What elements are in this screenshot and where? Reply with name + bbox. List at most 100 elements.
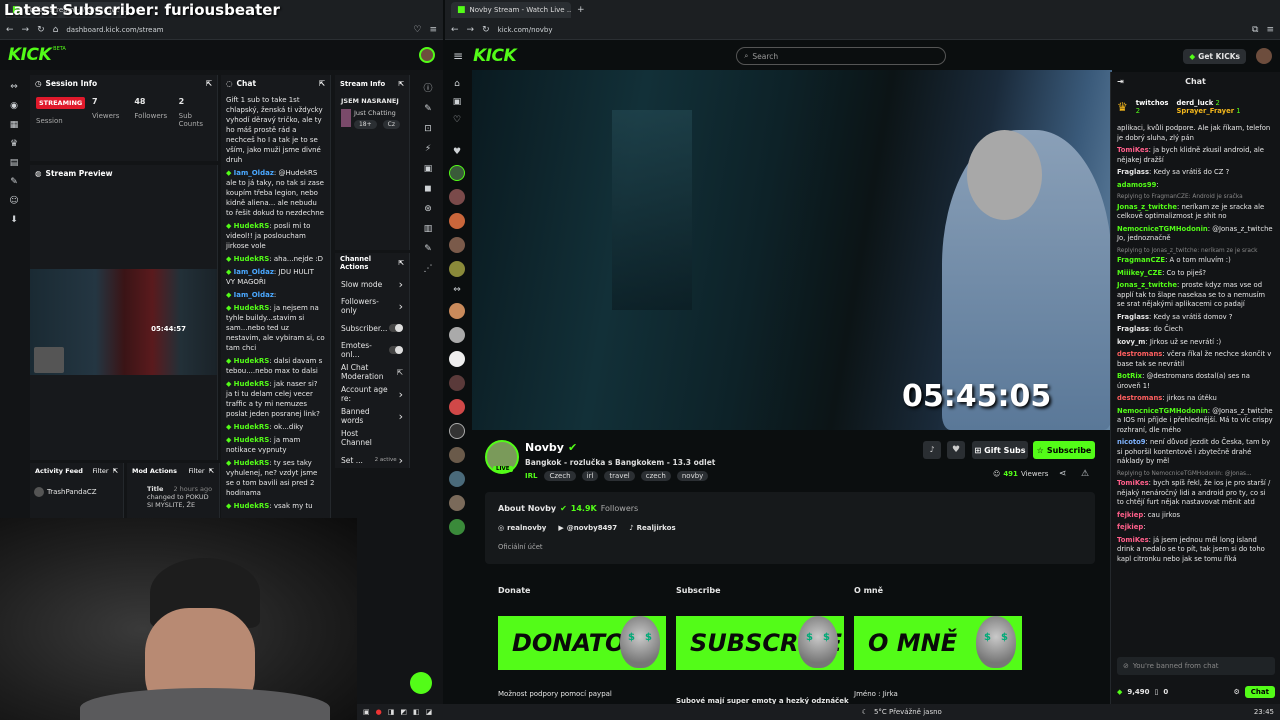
tag-chip[interactable]: travel <box>604 471 635 481</box>
activity-user[interactable]: TrashPandaCZ <box>47 488 97 496</box>
toggle-switch[interactable] <box>389 324 403 332</box>
collapse-icon[interactable]: ⇔ <box>10 82 18 92</box>
channel-action-item[interactable]: AI Chat Moderation ⇱ <box>335 361 409 383</box>
url-field[interactable]: dashboard.kick.com/stream <box>66 26 405 34</box>
collapse-chat-icon[interactable]: ⇥ <box>1117 77 1124 86</box>
menu-icon[interactable]: ≡ <box>1266 25 1274 35</box>
chat-username[interactable]: Iam_Oldaz <box>234 268 274 276</box>
following-icon[interactable]: ♡ <box>453 115 461 125</box>
new-tab-icon[interactable]: + <box>577 5 585 15</box>
analytics-icon[interactable]: ▦ <box>10 120 19 130</box>
channel-avatar[interactable] <box>449 471 465 487</box>
channel-avatar[interactable] <box>449 447 465 463</box>
kick-logo[interactable]: KICK <box>8 45 52 65</box>
chat-username[interactable]: destromans <box>1117 394 1162 402</box>
preview-video[interactable]: 05:44:57 <box>30 269 217 375</box>
chat-username[interactable]: HudekRS <box>234 222 270 230</box>
chat-icon[interactable]: ◼ <box>424 184 431 194</box>
channel-action-item[interactable]: Host Channel <box>335 427 409 449</box>
tag-chip[interactable]: czech <box>640 471 671 481</box>
social-link[interactable]: ▶ @novby8497 <box>558 524 617 532</box>
points-value[interactable]: 9,490 <box>1127 688 1149 696</box>
chat-send-button[interactable]: Chat <box>1244 686 1275 698</box>
kicks-value[interactable]: 0 <box>1163 688 1168 696</box>
video-player[interactable]: 05:45:05 <box>472 70 1112 430</box>
channel-avatar[interactable] <box>449 351 465 367</box>
channel-action-item[interactable]: Emotes-onl... <box>335 339 409 361</box>
gift-subs-button[interactable]: ⊞ Gift Subs <box>972 441 1028 459</box>
info-icon[interactable]: ⓘ <box>423 81 432 94</box>
home-icon[interactable]: ⌂ <box>53 25 59 35</box>
popout-icon[interactable]: ⇱ <box>398 259 404 267</box>
trophy-icon[interactable]: ♛ <box>10 139 18 149</box>
extensions-icon[interactable]: ⧉ <box>1252 25 1258 35</box>
panel-banner[interactable]: SUBSCRIBE <box>676 616 844 670</box>
channel-avatar[interactable] <box>449 189 465 205</box>
chat-username[interactable]: fejkiep <box>1117 523 1143 531</box>
avatar[interactable] <box>419 47 435 63</box>
channel-avatar[interactable] <box>449 423 465 439</box>
mod-filter[interactable]: Filter <box>188 467 204 475</box>
chat-username[interactable]: Miiikey_CZE <box>1117 269 1162 277</box>
channel-action-item[interactable]: Banned words › <box>335 405 409 427</box>
network-icon[interactable]: ⋰ <box>424 264 433 274</box>
app-icon[interactable]: ▣ <box>363 708 370 716</box>
chat-username[interactable]: Fraglass <box>1117 325 1149 333</box>
reload-icon[interactable]: ↻ <box>482 25 490 35</box>
tag-chip[interactable]: novby <box>676 471 709 481</box>
heart-icon[interactable]: ♥ <box>453 147 461 157</box>
browse-icon[interactable]: ▣ <box>453 97 462 107</box>
menu-icon[interactable]: ≡ <box>429 25 437 35</box>
follow-button[interactable]: ♥ <box>947 441 965 459</box>
chat-username[interactable]: FragmanCZE <box>1117 256 1165 264</box>
popout-icon[interactable]: ⇱ <box>319 79 325 88</box>
chat-username[interactable]: HudekRS <box>234 423 270 431</box>
app-icon[interactable]: ◧ <box>413 708 420 716</box>
social-link[interactable]: ♪ Realjirkos <box>629 524 675 532</box>
chat-username[interactable]: nicoto9 <box>1117 438 1146 446</box>
subscribe-button[interactable]: ☆ Subscribe <box>1033 441 1095 459</box>
tab-kick[interactable]: ■ Novby Stream - Watch Live ... × <box>451 2 571 18</box>
chat-username[interactable]: BotRix <box>1117 372 1142 380</box>
channel-avatar[interactable] <box>449 261 465 277</box>
bolt-icon[interactable]: ⚡ <box>425 144 431 154</box>
chat-username[interactable]: HudekRS <box>234 357 270 365</box>
chat-username[interactable]: Jonas_z_twitche <box>1117 203 1177 211</box>
back-icon[interactable]: ← <box>451 25 459 35</box>
expand-icon[interactable]: ⇔ <box>453 285 461 295</box>
channel-action-item[interactable]: Followers-only › <box>335 295 409 317</box>
clip-icon[interactable]: ▣ <box>424 164 433 174</box>
panel-banner[interactable]: O MNĚ <box>854 616 1022 670</box>
download-icon[interactable]: ⬇ <box>10 215 18 225</box>
chat-username[interactable]: TomiKes <box>1117 479 1149 487</box>
chat-username[interactable]: HudekRS <box>234 459 270 467</box>
social-link[interactable]: ◎ realnovby <box>498 524 546 532</box>
url-field[interactable]: kick.com/novby <box>498 26 1244 34</box>
chat-username[interactable]: Fraglass <box>1117 168 1149 176</box>
chat-username[interactable]: HudekRS <box>234 502 270 510</box>
chat-username[interactable]: Fraglass <box>1117 313 1149 321</box>
channel-action-item[interactable]: Subscriber... <box>335 317 409 339</box>
reload-icon[interactable]: ↻ <box>37 25 45 35</box>
chat-username[interactable]: NemocniceTGMHodonin <box>1117 225 1208 233</box>
forward-icon[interactable]: → <box>22 25 30 35</box>
channel-action-item[interactable]: Slow mode › <box>335 273 409 295</box>
channel-avatar[interactable] <box>449 399 465 415</box>
channel-avatar[interactable] <box>449 495 465 511</box>
chat-username[interactable]: fejkiep <box>1117 511 1143 519</box>
target-icon[interactable]: ⊡ <box>424 124 432 134</box>
stream-icon[interactable]: ◉ <box>10 101 18 111</box>
chat-username[interactable]: TomiKes <box>1117 536 1149 544</box>
chat-username[interactable]: HudekRS <box>234 436 270 444</box>
toggle-switch[interactable] <box>389 346 403 354</box>
help-button[interactable] <box>410 672 432 694</box>
channel-avatar[interactable] <box>449 237 465 253</box>
app-icon[interactable]: ◪ <box>426 708 433 716</box>
channel-avatar[interactable] <box>449 303 465 319</box>
channel-avatar[interactable] <box>449 519 465 535</box>
chat-username[interactable]: kovy_m <box>1117 338 1145 346</box>
search-box[interactable]: ⌕ Search <box>736 47 947 65</box>
chat-input[interactable]: ⊘ You're banned from chat <box>1117 657 1275 675</box>
chat-username[interactable]: HudekRS <box>234 304 270 312</box>
channel-avatar[interactable] <box>449 213 465 229</box>
